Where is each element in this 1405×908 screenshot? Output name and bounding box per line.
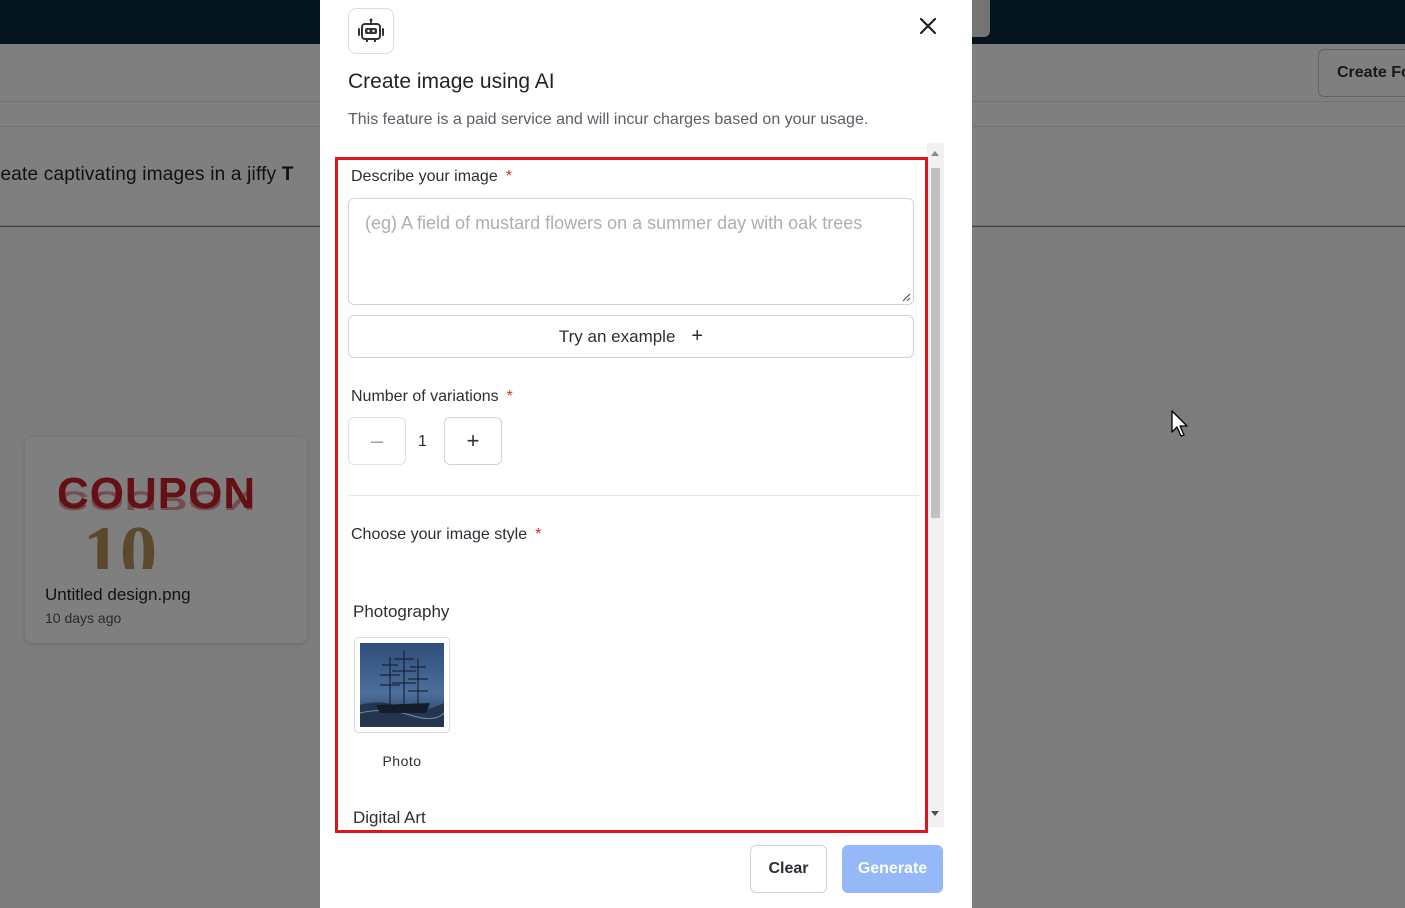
try-example-button[interactable]: Try an example + — [348, 315, 914, 358]
style-option-photo[interactable] — [354, 637, 450, 733]
scroll-up-icon[interactable] — [931, 151, 939, 156]
minus-icon: – — [370, 428, 384, 453]
modal-title: Create image using AI — [348, 70, 555, 93]
generate-button[interactable]: Generate — [842, 845, 943, 893]
form-content: Describe your image * (eg) A field of mus… — [336, 143, 926, 827]
mouse-cursor-icon — [1171, 410, 1188, 437]
style-caption-photo: Photo — [382, 753, 422, 769]
plus-icon: + — [691, 325, 704, 347]
resize-grip-icon[interactable] — [901, 292, 911, 302]
scrollbar-thumb[interactable] — [931, 168, 940, 518]
style-group-digital-art: Digital Art — [353, 808, 426, 827]
create-image-modal: Create image using AI This feature is a … — [320, 0, 972, 908]
required-mark: * — [506, 388, 513, 405]
try-example-label: Try an example — [558, 326, 676, 346]
divider — [348, 495, 920, 496]
variations-value: 1 — [418, 433, 427, 450]
modal-scroll-area[interactable]: Describe your image * (eg) A field of mus… — [336, 143, 944, 827]
close-icon — [919, 17, 937, 35]
ship-photo-thumbnail — [359, 643, 445, 727]
describe-image-input[interactable]: (eg) A field of mustard flowers on a sum… — [348, 198, 914, 305]
required-mark: * — [535, 526, 542, 543]
plus-icon: + — [466, 428, 480, 453]
scrollbar[interactable] — [927, 143, 944, 827]
robot-icon — [348, 8, 394, 54]
describe-label: Describe your image * — [351, 168, 512, 185]
scroll-down-icon[interactable] — [931, 811, 939, 816]
close-button[interactable] — [916, 14, 940, 38]
image-style-label: Choose your image style * — [351, 526, 542, 543]
style-group-photography: Photography — [353, 602, 450, 621]
describe-placeholder: (eg) A field of mustard flowers on a sum… — [365, 213, 863, 233]
required-mark: * — [505, 168, 512, 185]
clear-button[interactable]: Clear — [750, 845, 827, 893]
decrement-button[interactable]: – — [348, 417, 406, 465]
variations-label: Number of variations * — [351, 388, 513, 405]
increment-button[interactable]: + — [444, 417, 502, 465]
modal-description: This feature is a paid service and will … — [348, 111, 869, 128]
